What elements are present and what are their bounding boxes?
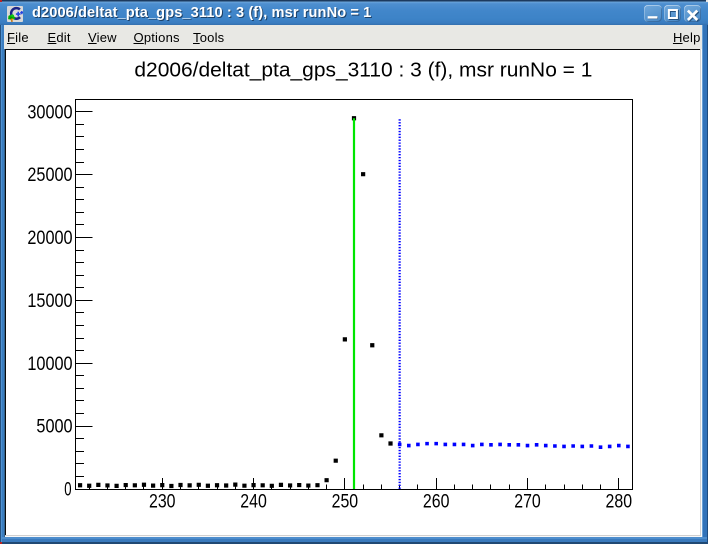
svg-text:230: 230 — [149, 492, 176, 513]
svg-text:260: 260 — [423, 492, 450, 513]
svg-text:15000: 15000 — [27, 291, 72, 312]
svg-text:20000: 20000 — [27, 228, 72, 249]
svg-text:250: 250 — [332, 492, 359, 513]
svg-text:270: 270 — [514, 492, 541, 513]
svg-text:5000: 5000 — [36, 417, 72, 438]
svg-text:d2006/deltat_pta_gps_3110 : 3: d2006/deltat_pta_gps_3110 : 3 (f), msr r… — [134, 59, 592, 81]
svg-text:10000: 10000 — [27, 354, 72, 375]
svg-text:240: 240 — [240, 492, 267, 513]
svg-text:25000: 25000 — [27, 165, 72, 186]
svg-text:280: 280 — [606, 492, 633, 513]
svg-text:30000: 30000 — [27, 102, 72, 123]
svg-text:0: 0 — [64, 480, 71, 501]
